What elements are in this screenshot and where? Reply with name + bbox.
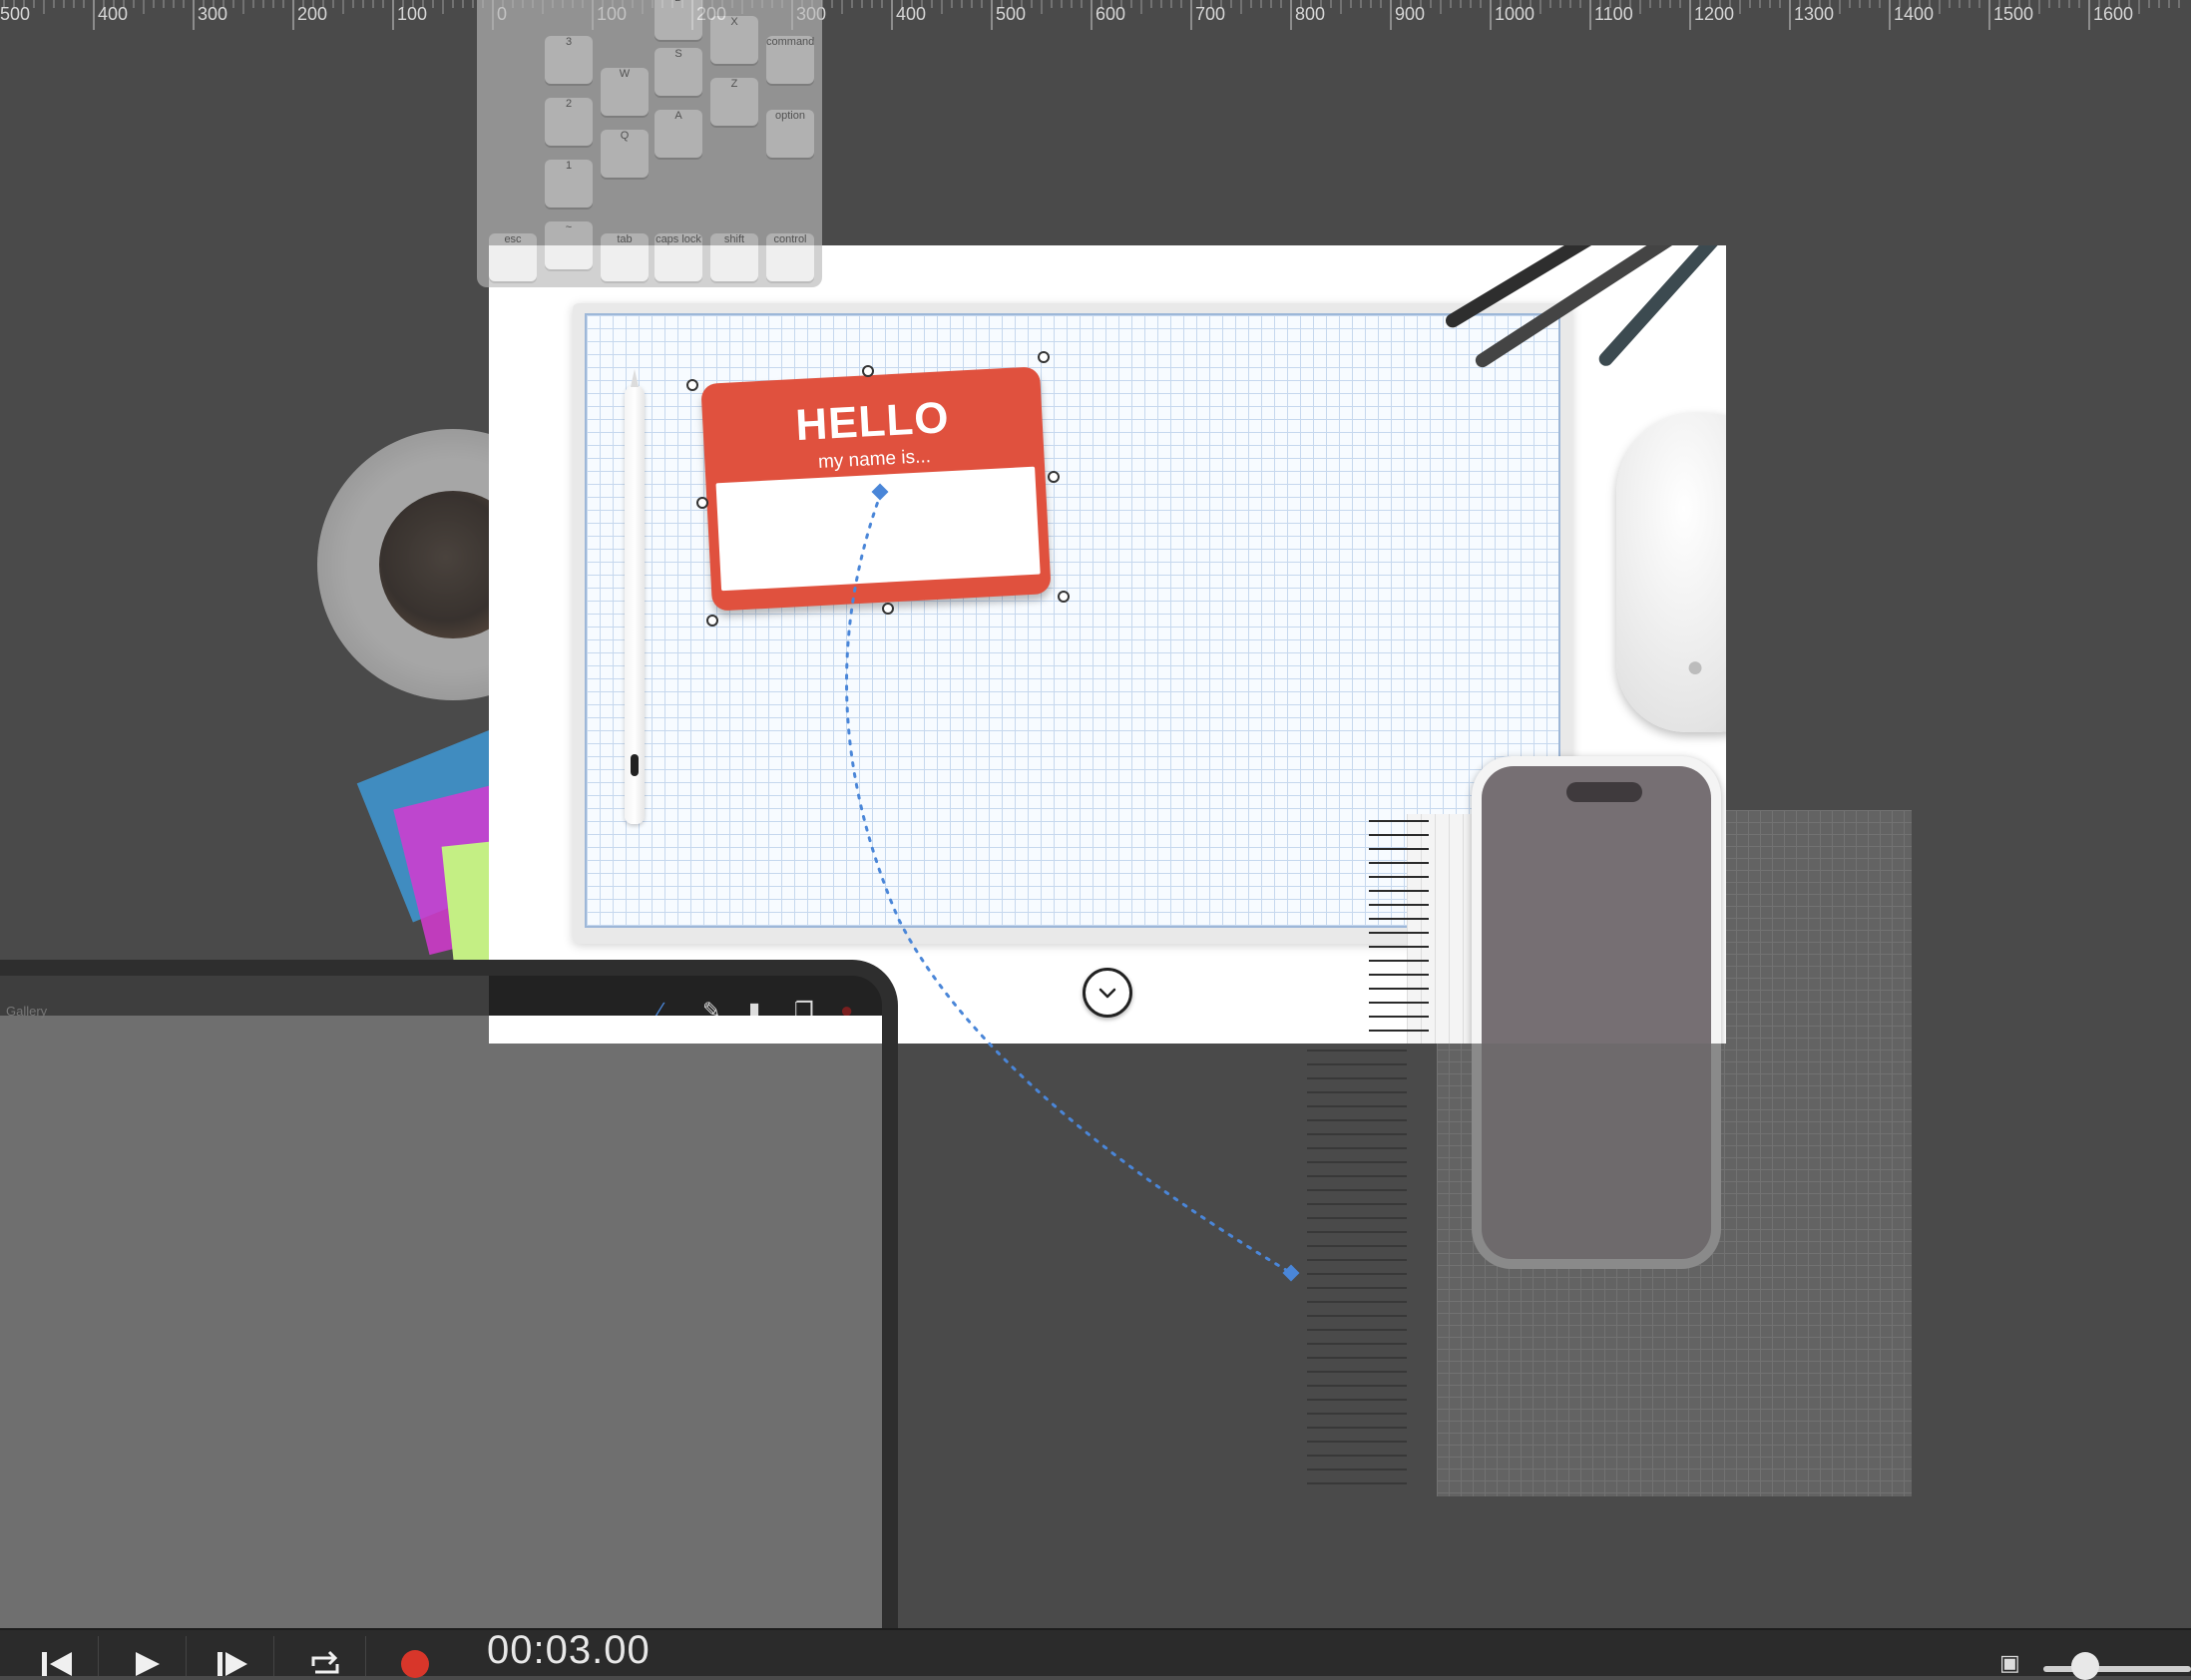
volume-slider-track[interactable] [2043,1666,2191,1672]
skip-forward-button[interactable] [194,1636,274,1676]
chevron-down-icon [1098,988,1116,999]
skip-back-button[interactable] [18,1636,99,1676]
loop-button[interactable] [285,1636,366,1676]
path-start-point[interactable] [871,483,889,501]
playback-controls-bar: 00:03.00 ▣ [0,1628,2191,1680]
skip-back-icon [42,1652,72,1676]
expand-toggle-button[interactable] [1083,968,1132,1018]
loop-icon [311,1650,339,1674]
camera-icon[interactable]: ▣ [1999,1650,2020,1676]
timecode-display: 00:03.00 [487,1628,651,1672]
motion-path[interactable] [0,0,2191,1674]
animation-stage: 500 400 300 200 100 0 100 200 300 400 50… [0,0,2191,1680]
play-button[interactable] [106,1636,187,1676]
play-icon [136,1652,160,1676]
skip-forward-icon [218,1652,247,1676]
volume-slider-knob[interactable] [2071,1652,2099,1680]
path-end-point[interactable] [1282,1264,1300,1282]
